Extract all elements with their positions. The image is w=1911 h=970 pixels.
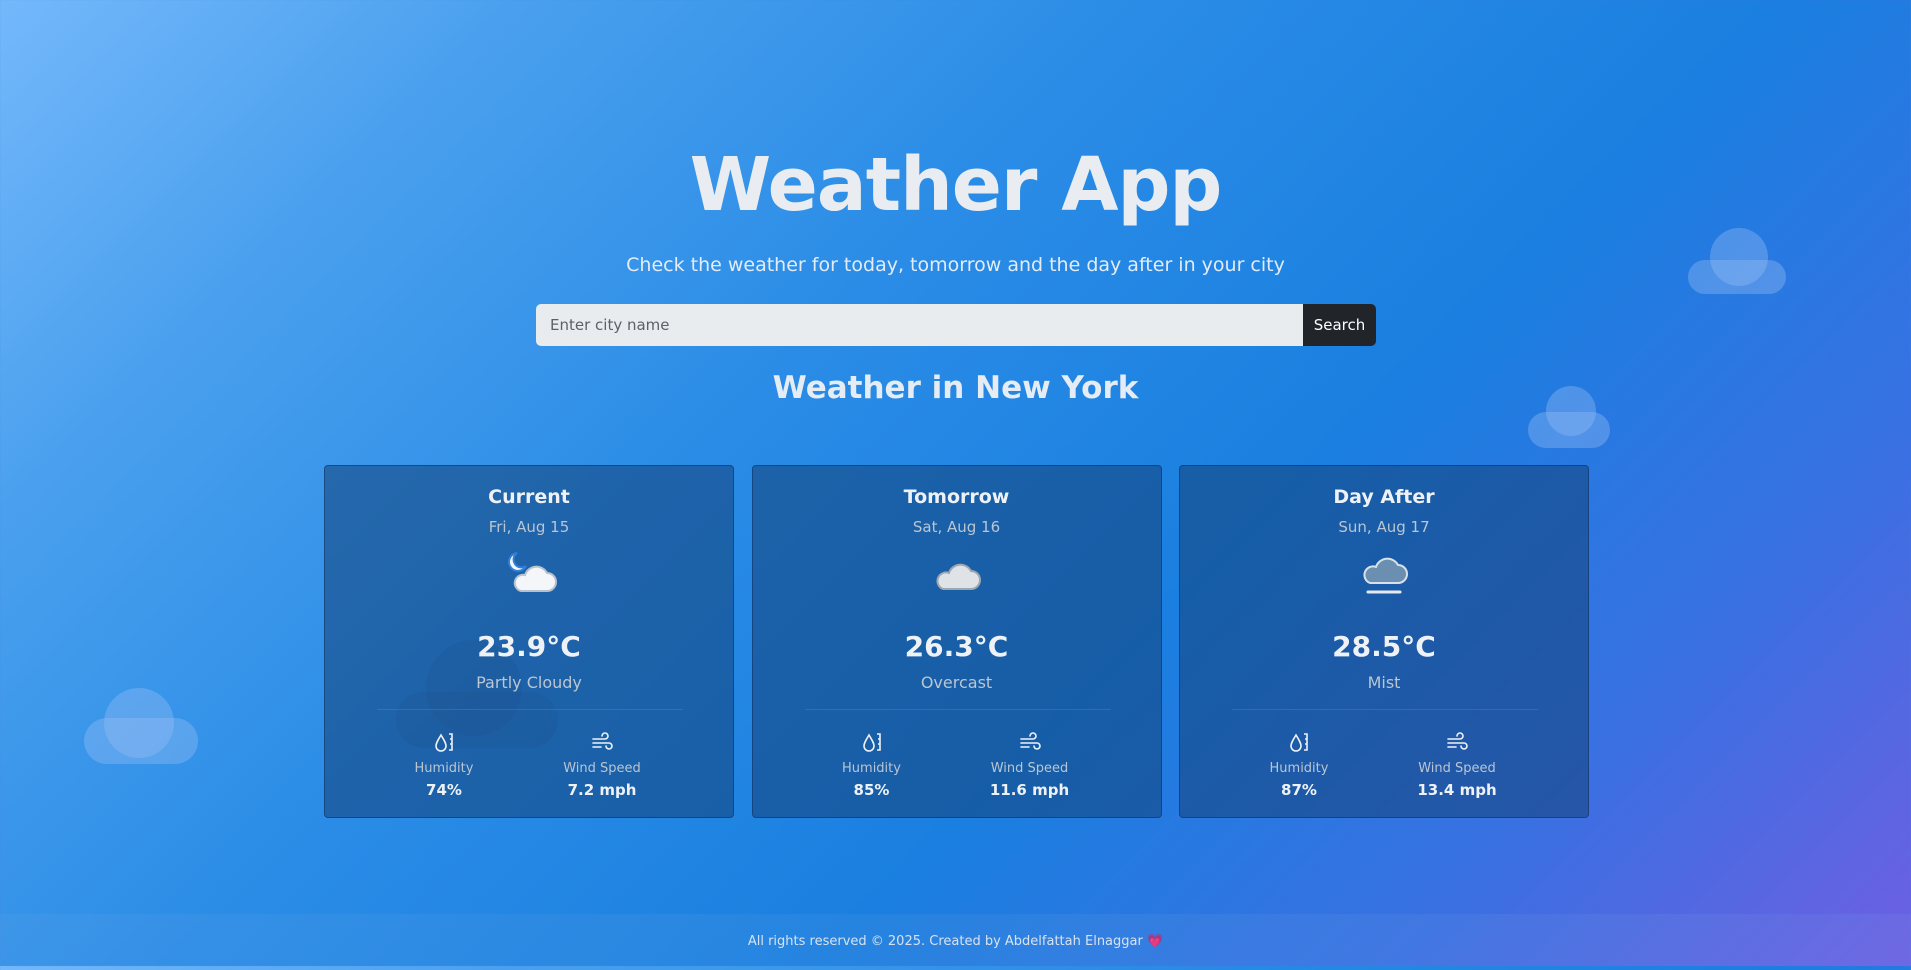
card-label: Current xyxy=(488,486,570,508)
forecast-cards: Current Fri, Aug 15 23.9°C Partly Cloudy… xyxy=(324,465,1589,820)
card-condition: Partly Cloudy xyxy=(476,673,582,692)
page-title: Weather App xyxy=(689,142,1223,228)
card-date: Sun, Aug 17 xyxy=(1338,518,1430,536)
humidity-label: Humidity xyxy=(842,761,901,776)
page-footer: All rights reserved © 2025. Created by A… xyxy=(0,914,1911,966)
wind-value: 7.2 mph xyxy=(567,781,637,799)
wind-label: Wind Speed xyxy=(563,761,641,776)
wind-icon xyxy=(1447,732,1468,750)
wind-label: Wind Speed xyxy=(990,761,1069,776)
card-divider xyxy=(1232,709,1538,710)
humidity-value: 85% xyxy=(853,781,890,799)
card-condition: Overcast xyxy=(920,673,993,692)
city-search-input[interactable] xyxy=(536,304,1303,346)
page-subtitle: Check the weather for today, tomorrow an… xyxy=(626,254,1285,276)
card-divider xyxy=(804,709,1111,710)
humidity-value: 87% xyxy=(1281,781,1317,799)
humidity-value: 74% xyxy=(426,781,462,799)
humidity-icon xyxy=(1290,733,1308,752)
overcast-cloud-icon xyxy=(935,563,981,590)
wind-value: 13.4 mph xyxy=(1417,781,1497,799)
wind-icon xyxy=(592,732,613,750)
decorative-cloud xyxy=(84,688,198,764)
humidity-label: Humidity xyxy=(414,761,474,776)
heart-icon: 💗 xyxy=(1146,934,1164,949)
search-button[interactable]: Search xyxy=(1303,304,1376,346)
wind-metric: Wind Speed 11.6 mph xyxy=(960,731,1100,799)
wind-metric: Wind Speed 7.2 mph xyxy=(532,731,672,799)
wind-value: 11.6 mph xyxy=(989,781,1070,799)
card-condition: Mist xyxy=(1367,673,1401,692)
card-temperature: 26.3°C xyxy=(904,630,1009,663)
card-label: Tomorrow xyxy=(903,486,1010,508)
search-form: Search xyxy=(536,304,1376,346)
wind-label: Wind Speed xyxy=(1418,761,1496,776)
forecast-card-day-after: Day After Sun, Aug 17 28.5°C Mist Humidi… xyxy=(1179,465,1589,818)
forecast-card-current: Current Fri, Aug 15 23.9°C Partly Cloudy… xyxy=(324,465,734,818)
decorative-cloud xyxy=(1528,386,1610,448)
partly-cloudy-night-icon xyxy=(507,552,557,592)
footer-text: All rights reserved © 2025. Created by A… xyxy=(747,934,1143,949)
humidity-metric: Humidity 87% xyxy=(1229,731,1369,799)
card-temperature: 28.5°C xyxy=(1332,630,1436,663)
card-label: Day After xyxy=(1333,486,1435,508)
card-date: Sat, Aug 16 xyxy=(912,518,1001,536)
humidity-icon xyxy=(862,733,881,752)
mist-cloud-icon xyxy=(1363,557,1408,594)
wind-metric: Wind Speed 13.4 mph xyxy=(1387,731,1527,799)
humidity-icon xyxy=(435,733,453,752)
humidity-metric: Humidity 85% xyxy=(802,731,942,799)
city-heading: Weather in New York xyxy=(772,370,1139,406)
card-divider xyxy=(377,709,683,710)
humidity-metric: Humidity 74% xyxy=(374,731,514,799)
humidity-label: Humidity xyxy=(1269,761,1329,776)
forecast-card-tomorrow: Tomorrow Sat, Aug 16 26.3°C Overcast Hum… xyxy=(751,465,1162,818)
card-date: Fri, Aug 15 xyxy=(488,518,570,536)
card-temperature: 23.9°C xyxy=(477,630,581,663)
wind-icon xyxy=(1019,732,1041,750)
